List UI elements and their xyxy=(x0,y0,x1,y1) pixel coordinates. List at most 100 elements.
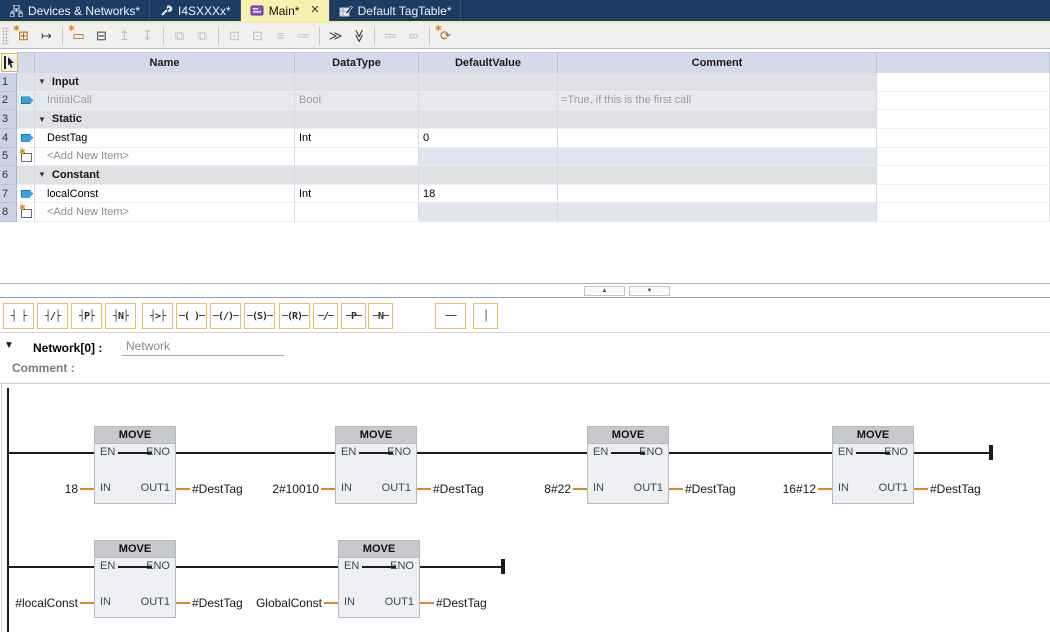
section-collapse-icon[interactable]: ▼ xyxy=(38,115,46,124)
section-collapse-icon[interactable]: ▼ xyxy=(38,77,46,86)
section-collapse-icon[interactable]: ▼ xyxy=(38,170,46,179)
splitter-collapse-down-button[interactable]: ▼ xyxy=(629,286,670,296)
move-block[interactable]: MOVEENENOINOUT1 xyxy=(587,426,669,504)
insert-network-icon[interactable]: ⊞✱ xyxy=(13,26,34,46)
row-number[interactable]: 2 xyxy=(0,92,17,111)
cell-datatype[interactable]: Bool xyxy=(295,92,419,111)
contact-no-button[interactable]: ┤ ├ xyxy=(3,303,34,329)
cell-defaultvalue[interactable] xyxy=(419,166,558,185)
cell-defaultvalue[interactable] xyxy=(419,203,558,222)
cell-comment[interactable] xyxy=(558,129,877,148)
cell-datatype[interactable]: Int xyxy=(295,185,419,204)
cell-name[interactable]: DestTag xyxy=(35,129,295,148)
edge-n-button[interactable]: ─N─ xyxy=(368,303,393,329)
cell-datatype[interactable] xyxy=(295,110,419,129)
tab-main-[interactable]: Main*✕ xyxy=(241,0,330,21)
row-number[interactable]: 5 xyxy=(0,148,17,167)
network-name-field[interactable]: Network xyxy=(122,339,284,356)
splitter-collapse-up-button[interactable]: ▲ xyxy=(584,286,625,296)
input-operand[interactable]: 18 xyxy=(0,482,78,496)
move-block[interactable]: MOVEENENOINOUT1 xyxy=(94,540,176,618)
contact-n-button[interactable]: ┤N├ xyxy=(105,303,136,329)
column-header-datatype[interactable]: DataType xyxy=(295,52,419,73)
row-icon-cell[interactable] xyxy=(17,148,35,167)
row-number[interactable]: 4 xyxy=(0,129,17,148)
cell-name[interactable]: InitialCall xyxy=(35,92,295,111)
cell-comment[interactable] xyxy=(558,148,877,167)
contact-compare-button[interactable]: ┤>├ xyxy=(142,303,173,329)
contact-p-button[interactable]: ┤P├ xyxy=(71,303,102,329)
row-icon-cell[interactable] xyxy=(17,92,35,111)
cell-comment[interactable] xyxy=(558,110,877,129)
output-operand[interactable]: #DestTag xyxy=(930,482,981,496)
move-block[interactable]: MOVEENENOINOUT1 xyxy=(338,540,420,618)
expand-all-icon[interactable]: ≫ xyxy=(325,26,346,46)
cell-defaultvalue[interactable]: 18 xyxy=(419,185,558,204)
row-icon-cell[interactable] xyxy=(17,166,35,185)
cell-datatype[interactable] xyxy=(295,166,419,185)
cell-defaultvalue[interactable] xyxy=(419,110,558,129)
cell-defaultvalue[interactable] xyxy=(419,73,558,92)
close-branch-button[interactable]: │ xyxy=(473,303,498,329)
toolbar-grip[interactable] xyxy=(2,27,9,45)
cell-name[interactable]: <Add New Item> xyxy=(35,203,295,222)
output-operand[interactable]: #DestTag xyxy=(436,596,487,610)
column-header-blank[interactable] xyxy=(877,52,1050,73)
column-header-comment[interactable]: Comment xyxy=(558,52,877,73)
tab-close-icon[interactable]: ✕ xyxy=(310,5,319,16)
move-block[interactable]: MOVEENENOINOUT1 xyxy=(94,426,176,504)
row-icon-cell[interactable] xyxy=(17,129,35,148)
cell-defaultvalue[interactable] xyxy=(419,92,558,111)
tab-default-tagtable-[interactable]: Default TagTable* xyxy=(330,0,462,21)
row-number[interactable]: 1 xyxy=(0,73,17,92)
cell-comment[interactable]: =True, if this is the first call xyxy=(558,92,877,111)
cell-comment[interactable] xyxy=(558,203,877,222)
row-icon-cell[interactable] xyxy=(17,203,35,222)
select-all-cell[interactable] xyxy=(1,53,18,72)
cell-name[interactable]: <Add New Item> xyxy=(35,148,295,167)
cell-defaultvalue[interactable]: 0 xyxy=(419,129,558,148)
coil-set-button[interactable]: ─(S)─ xyxy=(244,303,275,329)
coil-reset-button[interactable]: ─(R)─ xyxy=(279,303,310,329)
cell-name[interactable]: ▼Static xyxy=(35,110,295,129)
input-operand[interactable]: GlobalConst xyxy=(194,596,322,610)
open-branch-icon[interactable]: ⊟ xyxy=(91,26,112,46)
row-number[interactable]: 8 xyxy=(0,203,17,222)
input-operand[interactable]: 16#12 xyxy=(688,482,816,496)
cell-name[interactable]: localConst xyxy=(35,185,295,204)
input-operand[interactable]: 2#10010 xyxy=(191,482,319,496)
column-header-name[interactable]: Name xyxy=(35,52,295,73)
row-number[interactable]: 7 xyxy=(0,185,17,204)
cell-comment[interactable] xyxy=(558,73,877,92)
cell-name[interactable]: ▼Input xyxy=(35,73,295,92)
refresh-block-icon[interactable]: ⟳✱ xyxy=(435,26,456,46)
cell-datatype[interactable]: Int xyxy=(295,129,419,148)
input-operand[interactable]: #localConst xyxy=(0,596,78,610)
row-number[interactable]: 3 xyxy=(0,110,17,129)
insert-row-icon[interactable]: ↦ xyxy=(36,26,57,46)
tab-i4sxxxx-[interactable]: I4SXXXx* xyxy=(150,0,241,21)
cell-comment[interactable] xyxy=(558,185,877,204)
cell-comment[interactable] xyxy=(558,166,877,185)
contact-nc-button[interactable]: ┤/├ xyxy=(37,303,68,329)
input-operand[interactable]: 8#22 xyxy=(443,482,571,496)
cell-datatype[interactable] xyxy=(295,73,419,92)
row-icon-cell[interactable] xyxy=(17,73,35,92)
insert-empty-box-icon[interactable]: ▭✱ xyxy=(68,26,89,46)
coil-button[interactable]: ─( )─ xyxy=(176,303,207,329)
open-branch-button[interactable]: ── xyxy=(435,303,466,329)
row-icon-cell[interactable] xyxy=(17,110,35,129)
cell-datatype[interactable] xyxy=(295,203,419,222)
collapse-all-icon[interactable]: ≫ xyxy=(348,26,369,46)
edge-p-button[interactable]: ─P─ xyxy=(341,303,366,329)
network-collapse-icon[interactable]: ▼ xyxy=(4,340,14,351)
move-block[interactable]: MOVEENENOINOUT1 xyxy=(335,426,417,504)
cell-datatype[interactable] xyxy=(295,148,419,167)
cell-defaultvalue[interactable] xyxy=(419,148,558,167)
row-icon-cell[interactable] xyxy=(17,185,35,204)
cell-name[interactable]: ▼Constant xyxy=(35,166,295,185)
column-header-defaultvalue[interactable]: DefaultValue xyxy=(419,52,558,73)
invert-rlo-button[interactable]: ─/─ xyxy=(313,303,338,329)
column-header-blank[interactable] xyxy=(17,52,35,73)
row-number[interactable]: 6 xyxy=(0,166,17,185)
